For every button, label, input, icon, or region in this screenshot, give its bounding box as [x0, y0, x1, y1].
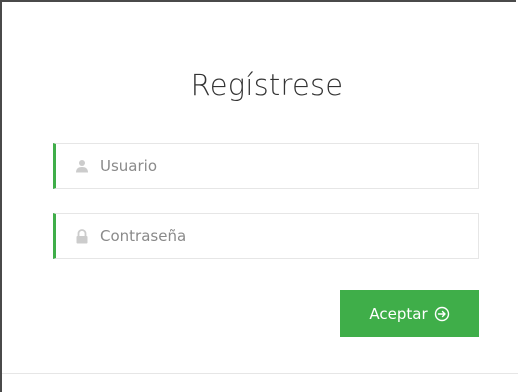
username-field[interactable] — [53, 143, 479, 189]
user-icon — [74, 158, 90, 174]
page-title: Regístrese — [190, 68, 344, 102]
password-input[interactable] — [100, 227, 460, 245]
password-field[interactable] — [53, 213, 479, 259]
login-panel: Regístrese Aceptar — [0, 0, 518, 392]
username-input[interactable] — [100, 157, 460, 175]
lock-icon — [74, 228, 90, 244]
submit-button[interactable]: Aceptar — [340, 290, 479, 337]
submit-button-label: Aceptar — [369, 304, 428, 323]
arrow-circle-right-icon — [434, 306, 450, 322]
panel-footer-divider — [2, 373, 518, 374]
